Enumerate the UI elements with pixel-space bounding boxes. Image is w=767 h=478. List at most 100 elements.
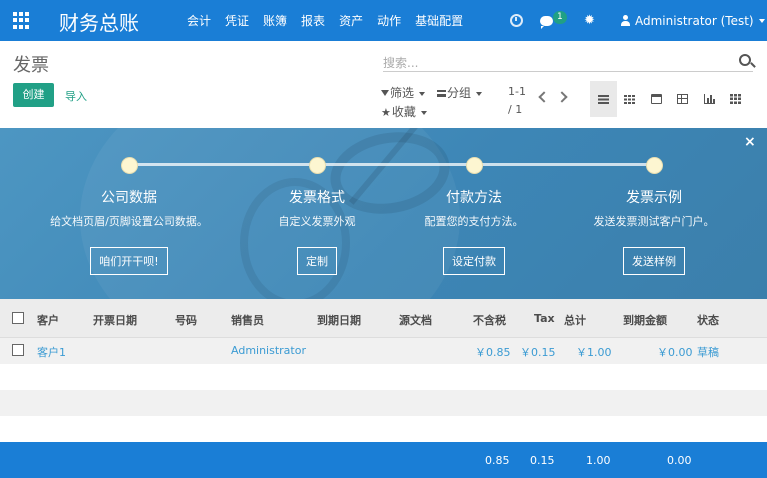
column-header-salesperson[interactable]: 销售员: [231, 312, 264, 328]
cell-total: ￥1.00: [576, 346, 612, 359]
user-menu[interactable]: Administrator (Test): [621, 0, 765, 41]
menu-item-basic-config[interactable]: 基础配置: [415, 12, 463, 29]
search-icon[interactable]: [739, 54, 751, 66]
column-header-tax[interactable]: Tax: [534, 312, 555, 325]
import-button[interactable]: 导入: [65, 88, 87, 104]
column-header-untaxed[interactable]: 不含税: [473, 312, 506, 328]
column-header-total[interactable]: 总计: [564, 312, 586, 328]
select-all-checkbox[interactable]: [12, 312, 24, 324]
chat-bubble-icon: [540, 15, 553, 29]
table-icon: [677, 94, 689, 104]
groupby-label: 分组: [447, 86, 472, 100]
cell-amount-due: ￥0.00: [657, 346, 693, 359]
step-button[interactable]: 设定付款: [443, 247, 505, 275]
row-checkbox[interactable]: [12, 344, 24, 356]
chevron-left-icon[interactable]: [538, 91, 550, 103]
menu-item-vouchers[interactable]: 凭证: [225, 12, 249, 29]
menu-item-accounting[interactable]: 会计: [187, 12, 211, 29]
column-header-due-date[interactable]: 到期日期: [317, 312, 361, 328]
empty-table-row: [0, 390, 767, 416]
column-header-amount-due[interactable]: 到期金额: [623, 312, 667, 328]
user-name: Administrator (Test): [635, 13, 754, 28]
filter-icon: [381, 90, 389, 96]
user-icon: [621, 15, 630, 26]
menu-item-ledgers[interactable]: 账簿: [263, 12, 287, 29]
grid-view-button[interactable]: [723, 81, 750, 117]
progress-track: [130, 163, 655, 166]
column-header-state[interactable]: 状态: [697, 312, 719, 328]
step-description: 给文档页眉/页脚设置公司数据。: [50, 215, 208, 228]
debug-bug-icon[interactable]: ✹: [584, 0, 595, 41]
step-title: 公司数据: [101, 190, 157, 206]
total-amount: 1.00: [586, 454, 611, 467]
app-grid-icon[interactable]: [13, 12, 30, 29]
chevron-down-icon: [758, 18, 765, 23]
calendar-view-button[interactable]: [643, 81, 670, 117]
favorites-label: 收藏: [391, 105, 416, 119]
favorites-dropdown[interactable]: ★收藏: [381, 103, 427, 120]
filter-dropdown[interactable]: 筛选: [381, 84, 426, 101]
cell-untaxed: ￥0.85: [475, 346, 511, 359]
cell-salesperson: Administrator: [231, 344, 306, 357]
bar-chart-icon: [703, 94, 715, 104]
pager-total: / 1: [508, 103, 523, 116]
step-dot: [309, 157, 326, 174]
page-title: 发票: [13, 55, 49, 76]
calendar-icon: [650, 94, 662, 104]
chevron-down-icon: [420, 110, 427, 115]
messages-button[interactable]: 1: [540, 0, 567, 41]
total-amount-due: 0.00: [667, 454, 692, 467]
menu-item-assets[interactable]: 资产: [339, 12, 363, 29]
main-menu: 会计 凭证 账簿 报表 资产 动作 基础配置: [187, 0, 477, 41]
close-icon[interactable]: ×: [744, 134, 756, 150]
step-button[interactable]: 咱们开干呗!: [90, 247, 168, 275]
list-icon: [437, 90, 446, 97]
step-dot: [466, 157, 483, 174]
app-name[interactable]: 财务总账: [59, 7, 139, 36]
step-dot: [121, 157, 138, 174]
kanban-view-button[interactable]: [617, 81, 644, 117]
chevron-right-icon[interactable]: [556, 91, 568, 103]
table-row[interactable]: 客户1 Administrator ￥0.85 ￥0.15 ￥1.00 ￥0.0…: [0, 338, 767, 364]
search-input[interactable]: [383, 54, 723, 72]
cell-tax: ￥0.15: [520, 346, 556, 359]
cell-customer: 客户1: [37, 346, 66, 359]
search-bar: [383, 52, 753, 72]
menu-item-actions[interactable]: 动作: [377, 12, 401, 29]
menu-item-reports[interactable]: 报表: [301, 12, 325, 29]
step-dot: [646, 157, 663, 174]
star-icon: ★: [381, 106, 391, 119]
graph-view-button[interactable]: [696, 81, 723, 117]
table-footer-totals: 0.85 0.15 1.00 0.00: [0, 442, 767, 478]
onboarding-step-company: 公司数据 给文档页眉/页脚设置公司数据。 咱们开干呗!: [19, 187, 239, 275]
column-header-source-document[interactable]: 源文档: [399, 312, 432, 328]
groupby-dropdown[interactable]: 分组: [437, 84, 483, 101]
step-description: 发送发票测试客户门户。: [593, 215, 715, 228]
onboarding-banner: × 公司数据 给文档页眉/页脚设置公司数据。 咱们开干呗! 发票格式 自定义发票…: [0, 128, 767, 299]
total-tax: 0.15: [530, 454, 555, 467]
message-count-badge: 1: [553, 11, 567, 24]
table-header: 客户 开票日期 号码 销售员 到期日期 源文档 不含税 Tax 总计 到期金额 …: [0, 299, 767, 338]
step-title: 发票示例: [626, 190, 682, 206]
kanban-icon: [624, 94, 636, 104]
cell-state: 草稿: [697, 346, 719, 359]
grid-icon: [730, 94, 742, 104]
onboarding-step-sample: 发票示例 发送发票测试客户门户。 发送样例: [544, 187, 764, 275]
column-header-invoice-date[interactable]: 开票日期: [93, 312, 137, 328]
pager-range[interactable]: 1-1: [508, 85, 526, 98]
activity-clock-icon[interactable]: [510, 0, 523, 41]
list-icon: [597, 94, 609, 104]
control-panel: 发票 创建 导入 筛选 分组 ★收藏 1-1 / 1: [0, 41, 767, 128]
filter-label: 筛选: [390, 86, 415, 100]
empty-table-row: [0, 364, 767, 390]
column-header-customer[interactable]: 客户: [37, 312, 59, 328]
view-switcher: [590, 81, 749, 117]
total-untaxed: 0.85: [485, 454, 510, 467]
step-button[interactable]: 发送样例: [623, 247, 685, 275]
step-button[interactable]: 定制: [297, 247, 337, 275]
list-view-button[interactable]: [590, 81, 617, 117]
column-header-number[interactable]: 号码: [175, 312, 197, 328]
chevron-down-icon: [419, 91, 426, 96]
pivot-view-button[interactable]: [670, 81, 697, 117]
create-button[interactable]: 创建: [13, 83, 54, 107]
